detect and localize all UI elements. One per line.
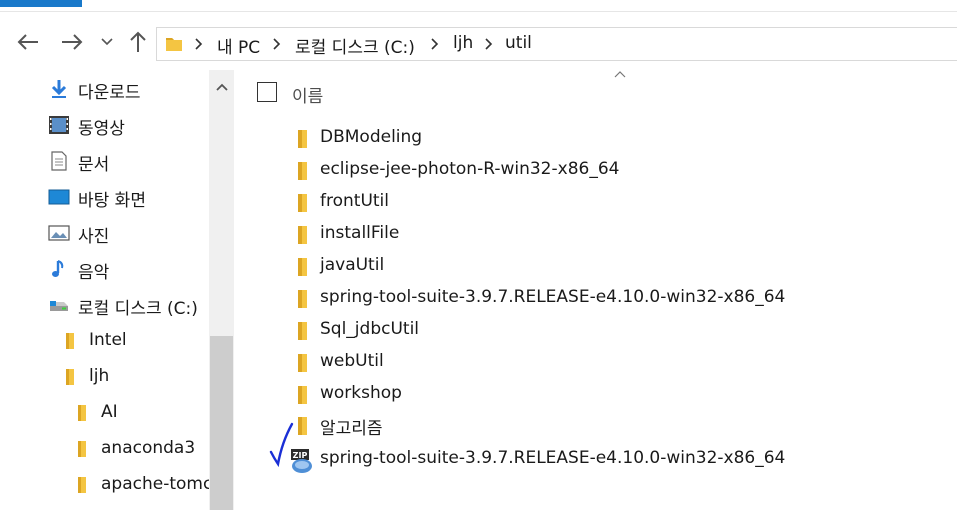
nav-item-downloads[interactable]: 다운로드: [0, 72, 210, 106]
video-icon: [49, 116, 69, 134]
folder-icon: [298, 194, 307, 212]
nav-item-anaconda3[interactable]: anaconda3: [0, 432, 210, 466]
column-header-name[interactable]: 이름: [292, 82, 323, 107]
folder-icon: [78, 441, 86, 457]
file-row[interactable]: DBModeling: [286, 125, 926, 155]
sort-ascending-icon[interactable]: [614, 70, 626, 78]
file-row[interactable]: ZIP spring-tool-suite-3.9.7.RELEASE-e4.1…: [286, 446, 926, 476]
pictures-icon: [48, 225, 70, 241]
select-all-checkbox[interactable]: [257, 82, 277, 102]
folder-icon: [298, 226, 307, 244]
nav-item-apache-tomcat[interactable]: apache-tomc: [0, 468, 210, 502]
back-arrow-icon: [17, 34, 38, 50]
scroll-up-button[interactable]: [209, 70, 234, 104]
nav-item-pictures[interactable]: 사진: [0, 216, 210, 250]
chevron-right-icon: [195, 38, 203, 50]
nav-item-label: AI: [101, 402, 118, 422]
folder-icon: [298, 130, 307, 148]
folder-icon: [298, 354, 307, 372]
desktop-icon: [48, 189, 70, 205]
file-name: spring-tool-suite-3.9.7.RELEASE-e4.10.0-…: [320, 448, 786, 468]
recent-locations-button[interactable]: [96, 28, 118, 56]
folder-icon: [298, 290, 307, 308]
breadcrumb-my-pc[interactable]: 내 PC: [217, 33, 260, 58]
chevron-right-icon[interactable]: [485, 38, 493, 50]
file-list: 이름 DBModeling eclipse-jee-photon-R-win32…: [234, 70, 957, 510]
file-name: frontUtil: [320, 191, 389, 211]
file-row[interactable]: webUtil: [286, 349, 926, 379]
music-icon: [52, 260, 64, 277]
ribbon-file-tab[interactable]: [0, 0, 82, 7]
nav-item-documents[interactable]: 문서: [0, 144, 210, 178]
file-row[interactable]: Sql_jdbcUtil: [286, 317, 926, 347]
file-name: DBModeling: [320, 127, 423, 147]
file-name: 알고리즘: [320, 419, 383, 439]
chevron-up-icon: [215, 83, 228, 91]
file-name: eclipse-jee-photon-R-win32-x86_64: [320, 159, 620, 179]
file-row[interactable]: eclipse-jee-photon-R-win32-x86_64: [286, 157, 926, 187]
download-icon: [51, 80, 67, 98]
nav-item-label: 음악: [78, 263, 110, 283]
file-name: spring-tool-suite-3.9.7.RELEASE-e4.10.0-…: [320, 287, 786, 307]
forward-arrow-icon: [62, 34, 83, 50]
nav-item-videos[interactable]: 동영상: [0, 108, 210, 142]
handwritten-checkmark-icon: [269, 422, 294, 468]
back-button[interactable]: [14, 28, 42, 56]
navigation-pane: 다운로드 동영상 문서 바탕 화면 사진 음악 로컬 디스크 (C:) Inte…: [0, 70, 234, 510]
ribbon-strip: [0, 0, 957, 12]
folder-icon: [298, 386, 307, 404]
nav-item-label: 사진: [78, 227, 110, 247]
file-row[interactable]: frontUtil: [286, 189, 926, 219]
nav-item-label: 다운로드: [78, 83, 141, 103]
file-row[interactable]: installFile: [286, 221, 926, 251]
file-name: webUtil: [320, 351, 384, 371]
chevron-right-icon[interactable]: [431, 38, 439, 50]
nav-item-label: 바탕 화면: [78, 191, 146, 211]
file-name: workshop: [320, 383, 402, 403]
folder-icon: [66, 369, 74, 385]
nav-item-label: Intel: [89, 330, 127, 350]
folder-icon: [166, 38, 182, 51]
folder-icon: [298, 162, 307, 180]
forward-button[interactable]: [58, 28, 86, 56]
file-name: javaUtil: [320, 255, 385, 275]
folder-icon: [298, 258, 307, 276]
document-icon: [51, 151, 67, 171]
address-bar[interactable]: 내 PC 로컬 디스크 (C:) ljh util: [156, 27, 957, 61]
nav-item-local-disk[interactable]: 로컬 디스크 (C:): [0, 288, 210, 322]
nav-item-label: anaconda3: [101, 438, 196, 458]
nav-item-ljh[interactable]: ljh: [0, 360, 210, 394]
file-row[interactable]: 알고리즘: [286, 412, 926, 442]
file-row[interactable]: workshop: [286, 381, 926, 411]
nav-item-label: 문서: [78, 155, 110, 175]
nav-item-intel[interactable]: Intel: [0, 324, 210, 358]
chevron-right-icon[interactable]: [273, 38, 281, 50]
file-name: Sql_jdbcUtil: [320, 319, 420, 339]
chevron-down-icon: [101, 38, 113, 46]
nav-item-label: 로컬 디스크 (C:): [78, 299, 198, 319]
drive-icon: [50, 301, 68, 311]
breadcrumb-util[interactable]: util: [505, 33, 532, 53]
nav-item-label: ljh: [89, 366, 110, 386]
scroll-thumb[interactable]: [210, 336, 233, 510]
nav-item-music[interactable]: 음악: [0, 252, 210, 286]
up-arrow-icon: [130, 31, 146, 52]
nav-item-label: 동영상: [78, 119, 125, 139]
nav-item-label: apache-tomc: [101, 474, 210, 494]
folder-icon: [78, 405, 86, 421]
file-row[interactable]: javaUtil: [286, 253, 926, 283]
folder-icon: [298, 322, 307, 340]
file-row[interactable]: spring-tool-suite-3.9.7.RELEASE-e4.10.0-…: [286, 285, 926, 315]
up-button[interactable]: [124, 28, 152, 56]
file-name: installFile: [320, 223, 400, 243]
nav-item-ai[interactable]: AI: [0, 396, 210, 430]
folder-icon: [66, 333, 74, 349]
breadcrumb-ljh[interactable]: ljh: [453, 33, 473, 53]
nav-item-desktop[interactable]: 바탕 화면: [0, 180, 210, 214]
nav-pane-scrollbar[interactable]: [209, 70, 234, 510]
breadcrumb-local-disk[interactable]: 로컬 디스크 (C:): [295, 33, 415, 58]
navigation-bar: 내 PC 로컬 디스크 (C:) ljh util: [0, 14, 957, 70]
folder-icon: [78, 477, 86, 493]
